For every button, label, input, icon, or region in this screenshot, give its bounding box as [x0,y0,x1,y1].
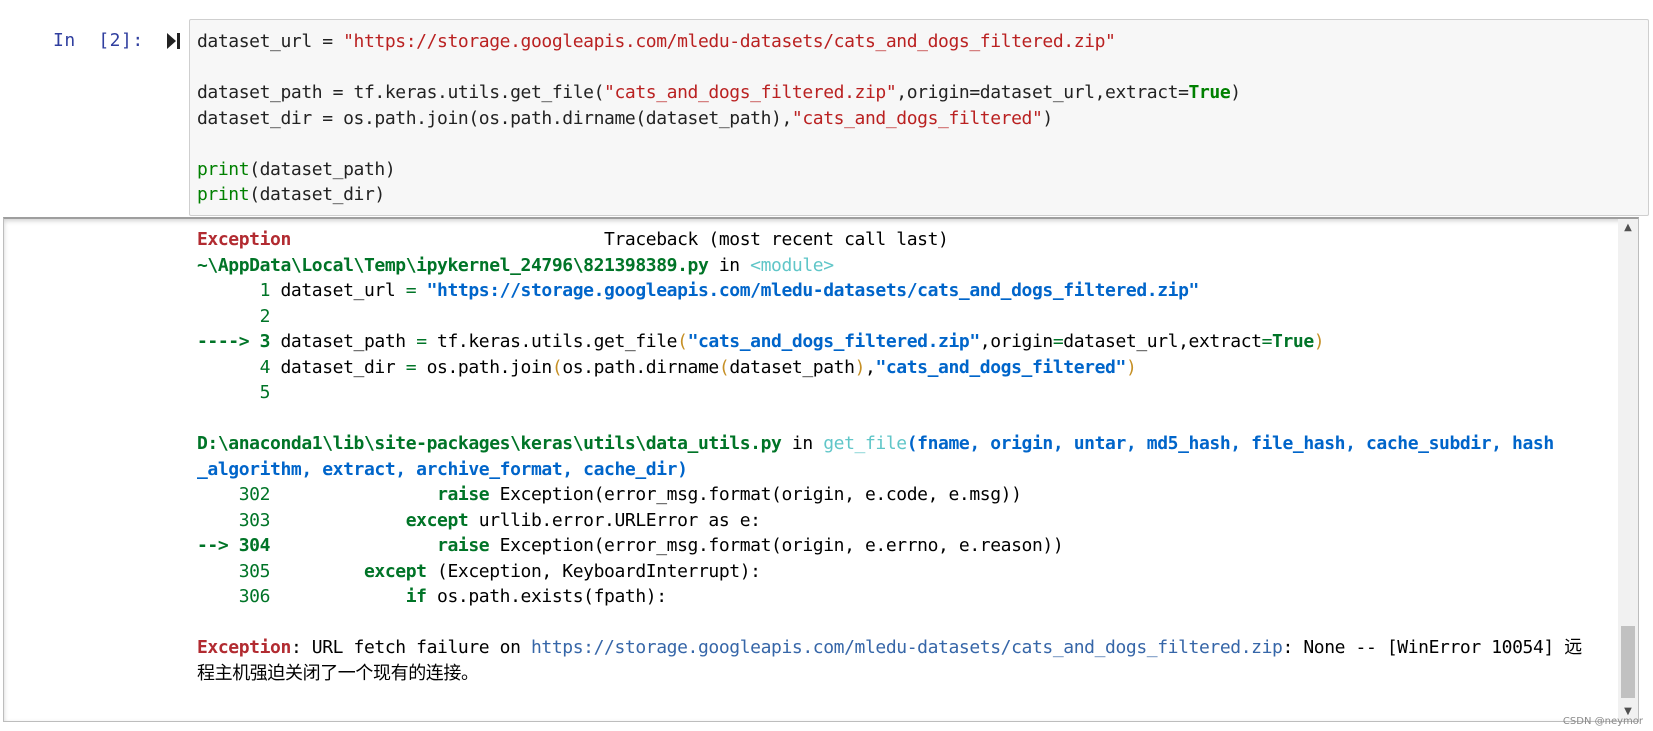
run-cell-icon[interactable] [165,31,183,51]
cell-output-area[interactable]: Exception Traceback (most recent call la… [3,217,1639,722]
code-input-area[interactable]: dataset_url = "https://storage.googleapi… [189,19,1649,216]
frame2-line-304-current: --> 304 raise Exception(error_msg.format… [197,535,1064,556]
frame2-header-cont: _algorithm, extract, archive_format, cac… [197,458,688,480]
frame1-line-1: 1 dataset_url = "https://storage.googlea… [259,280,1200,301]
final-error-line: Exception: URL fetch failure on https://… [197,637,1582,658]
output-scrollbar[interactable]: ▲ ▼ [1618,219,1638,721]
code-line-7: print(dataset_dir) [197,184,385,205]
frame2-line-305: 305 except (Exception, KeyboardInterrupt… [238,560,761,582]
frame1-line-4: 4 dataset_dir = os.path.join(os.path.dir… [259,356,1137,378]
frame1-line-2: 2 [259,305,271,327]
frame1-line-3-current: ----> 3 dataset_path = tf.keras.utils.ge… [197,331,1325,352]
error-url-link[interactable]: https://storage.googleapis.com/mledu-dat… [531,637,1283,658]
exception-header: Exception Traceback (most recent call la… [197,229,949,250]
input-prompt: In [2]: [53,30,144,51]
frame2-line-303: 303 except urllib.error.URLError as e: [238,509,761,531]
frame1-line-5: 5 [259,382,271,403]
code-editor[interactable]: dataset_url = "https://storage.googleapi… [197,29,1241,208]
code-line-6: print(dataset_path) [197,158,396,180]
notebook-page: In [2]: dataset_url = "https://storage.g… [0,0,1653,731]
code-line-3: dataset_path = tf.keras.utils.get_file("… [197,82,1241,103]
traceback-output: Exception Traceback (most recent call la… [197,227,1582,686]
final-error-line-cont: 程主机强迫关闭了一个现有的连接。 [197,662,479,684]
frame1-header: ~\AppData\Local\Temp\ipykernel_24796\821… [197,254,834,276]
code-line-1: dataset_url = "https://storage.googleapi… [197,31,1116,52]
frame2-line-302: 302 raise Exception(error_msg.format(ori… [238,484,1022,505]
frame2-line-306: 306 if os.path.exists(fpath): [238,586,667,607]
scroll-up-icon[interactable]: ▲ [1618,219,1638,237]
frame2-header: D:\anaconda1\lib\site-packages\keras\uti… [197,433,1554,454]
watermark: CSDN @neymor [1562,716,1643,727]
code-line-4: dataset_dir = os.path.join(os.path.dirna… [197,107,1053,129]
scrollbar-thumb[interactable] [1621,626,1635,698]
